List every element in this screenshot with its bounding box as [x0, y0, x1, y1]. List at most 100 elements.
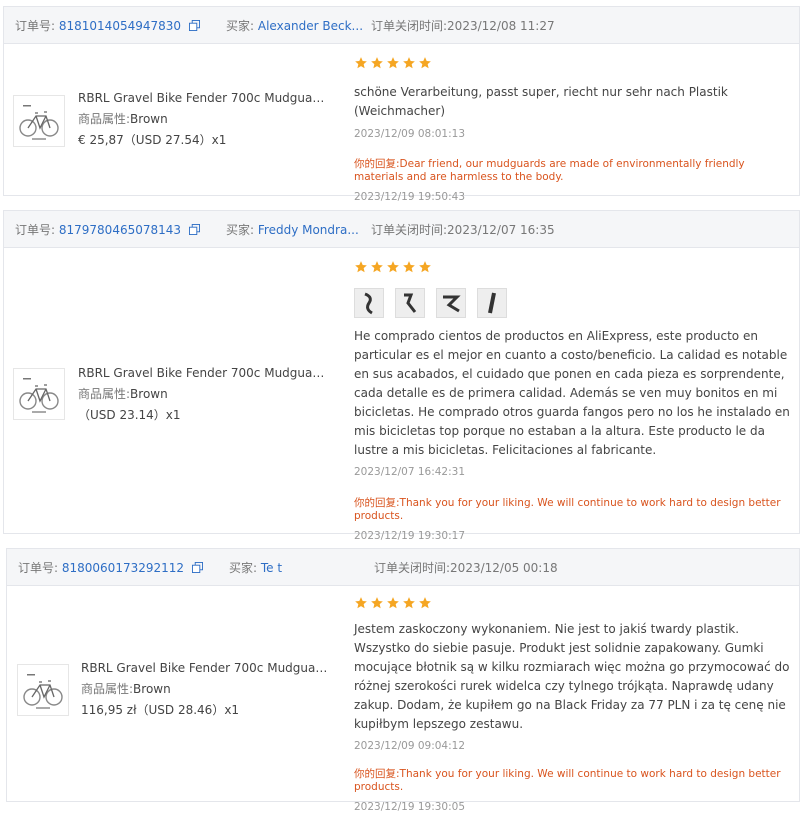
order-number-group: 订单号: 8179780465078143: [15, 221, 200, 238]
reply-text: Thank you for your liking. We will conti…: [354, 497, 781, 522]
attr-label: 商品属性:: [78, 387, 131, 401]
copy-icon[interactable]: [188, 223, 200, 235]
product-title[interactable]: RBRL Gravel Bike Fender 700c Mudguard F.…: [78, 88, 328, 109]
star-icon: [387, 597, 399, 609]
order-number-group: 订单号: 8180060173292112: [18, 559, 203, 576]
star-icon: [355, 57, 367, 69]
bike-icon: [19, 105, 59, 140]
reply-time: 2023/12/19 19:30:17: [354, 530, 466, 542]
reply-label: 你的回复:: [354, 158, 400, 170]
star-icon: [355, 597, 367, 609]
star-rating: [354, 56, 794, 72]
product-info: RBRL Gravel Bike Fender 700c Mudguard F.…: [78, 363, 328, 426]
product-thumbnail[interactable]: [13, 95, 65, 147]
buyer-name-link[interactable]: Alexander Beck...: [258, 19, 363, 33]
reply-time: 2023/12/19 19:50:43: [354, 191, 466, 203]
order-number-link[interactable]: 8181014054947830: [59, 19, 181, 33]
buyer-name-link[interactable]: Freddy Mondra...: [258, 223, 359, 237]
star-rating: [354, 596, 794, 612]
review-time: 2023/12/09 08:01:13: [354, 128, 466, 140]
buyer-label: 买家:: [229, 560, 258, 575]
order-number-link[interactable]: 8179780465078143: [59, 223, 181, 237]
closed-time-label: 订单关闭时间:: [371, 222, 448, 237]
order-header: 订单号: 8180060173292112 买家: Te t 订单关闭时间:20…: [7, 549, 799, 586]
order-header: 订单号: 8181014054947830 买家: Alexander Beck…: [4, 7, 799, 44]
closed-time: 订单关闭时间:2023/12/08 11:27: [371, 17, 555, 34]
order-card: 订单号: 8181014054947830 买家: Alexander Beck…: [3, 6, 800, 203]
copy-icon[interactable]: [191, 561, 203, 573]
attr-label: 商品属性:: [81, 682, 134, 696]
product-thumbnail[interactable]: [13, 368, 65, 420]
reply-label: 你的回复:: [354, 497, 400, 509]
review-photo[interactable]: [436, 288, 466, 318]
product-price: 116,95 zł（USD 28.46）x1: [81, 703, 240, 717]
seller-reply: 你的回复:Dear friend, our mudguards are made…: [354, 158, 784, 184]
buyer-group: 买家: Freddy Mondra...: [226, 221, 359, 238]
review-time: 2023/12/09 09:04:12: [354, 740, 466, 752]
product-attr: 商品属性:Brown: [78, 384, 328, 405]
review-section: He comprado cientos de productos en AliE…: [354, 260, 794, 542]
closed-time: 订单关闭时间:2023/12/07 16:35: [371, 221, 555, 238]
closed-time-value: 2023/12/05 00:18: [450, 560, 558, 575]
order-number-label: 订单号:: [15, 18, 56, 33]
star-icon: [371, 57, 383, 69]
review-text: Jestem zaskoczony wykonaniem. Nie jest t…: [354, 622, 790, 731]
review-photos: [354, 288, 794, 318]
review-time: 2023/12/07 16:42:31: [354, 466, 466, 478]
review-photo[interactable]: [477, 288, 507, 318]
reply-text: Dear friend, our mudguards are made of e…: [354, 158, 745, 183]
buyer-label: 买家:: [226, 18, 255, 33]
buyer-label: 买家:: [226, 222, 255, 237]
closed-time-label: 订单关闭时间:: [374, 560, 451, 575]
product-title[interactable]: RBRL Gravel Bike Fender 700c Mudguard F.…: [78, 363, 328, 384]
closed-time: 订单关闭时间:2023/12/05 00:18: [374, 559, 558, 576]
order-number-label: 订单号:: [18, 560, 59, 575]
star-icon: [371, 261, 383, 273]
reply-text: Thank you for your liking. We will conti…: [354, 768, 781, 793]
star-icon: [387, 261, 399, 273]
product-info: RBRL Gravel Bike Fender 700c Mudguard F.…: [81, 658, 331, 721]
order-number-link[interactable]: 8180060173292112: [62, 561, 184, 575]
review-photo[interactable]: [395, 288, 425, 318]
attr-label: 商品属性:: [78, 112, 131, 126]
copy-icon[interactable]: [188, 19, 200, 31]
review-section: Jestem zaskoczony wykonaniem. Nie jest t…: [354, 596, 794, 813]
order-number-group: 订单号: 8181014054947830: [15, 17, 200, 34]
buyer-group: 买家: Te t: [229, 559, 282, 576]
order-card: 订单号: 8180060173292112 买家: Te t 订单关闭时间:20…: [6, 548, 800, 813]
star-icon: [387, 57, 399, 69]
order-card: 订单号: 8179780465078143 买家: Freddy Mondra.…: [3, 210, 800, 542]
closed-time-value: 2023/12/08 11:27: [447, 18, 555, 33]
seller-reply: 你的回复:Thank you for your liking. We will …: [354, 768, 784, 794]
seller-reply: 你的回复:Thank you for your liking. We will …: [354, 497, 784, 523]
product-thumbnail[interactable]: [17, 664, 69, 716]
star-icon: [403, 57, 415, 69]
closed-time-label: 订单关闭时间:: [371, 18, 448, 33]
attr-value: Brown: [133, 682, 171, 696]
star-icon: [419, 261, 431, 273]
buyer-name-link[interactable]: Te t: [261, 561, 282, 575]
star-rating: [354, 260, 794, 276]
star-icon: [403, 261, 415, 273]
review-text: He comprado cientos de productos en AliE…: [354, 329, 790, 457]
product-price: （USD 23.14）x1: [78, 408, 181, 422]
attr-value: Brown: [130, 112, 168, 126]
product-title[interactable]: RBRL Gravel Bike Fender 700c Mudguard F.…: [81, 658, 331, 679]
closed-time-value: 2023/12/07 16:35: [447, 222, 555, 237]
buyer-group: 买家: Alexander Beck...: [226, 17, 363, 34]
order-header: 订单号: 8179780465078143 买家: Freddy Mondra.…: [4, 211, 799, 248]
review-section: schöne Verarbeitung, passt super, riecht…: [354, 56, 794, 203]
star-icon: [355, 261, 367, 273]
review-text: schöne Verarbeitung, passt super, riecht…: [354, 85, 728, 118]
product-info: RBRL Gravel Bike Fender 700c Mudguard F.…: [78, 88, 328, 151]
review-photo[interactable]: [354, 288, 384, 318]
star-icon: [403, 597, 415, 609]
product-attr: 商品属性:Brown: [81, 679, 331, 700]
attr-value: Brown: [130, 387, 168, 401]
bike-icon: [23, 674, 63, 709]
bike-icon: [19, 378, 59, 413]
product-price: € 25,87（USD 27.54）x1: [78, 133, 227, 147]
reply-label: 你的回复:: [354, 768, 400, 780]
reply-time: 2023/12/19 19:30:05: [354, 801, 466, 813]
star-icon: [371, 597, 383, 609]
